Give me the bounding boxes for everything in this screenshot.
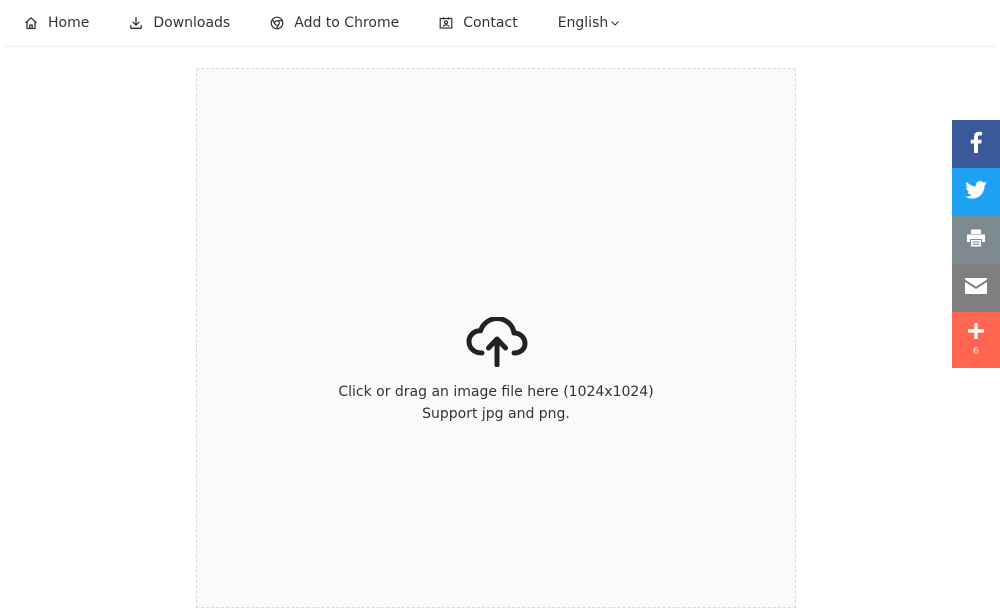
chevron-down-icon [610,18,620,28]
facebook-share-button[interactable] [952,120,1000,168]
twitter-icon [965,181,987,203]
plus-icon [968,323,984,343]
nav-downloads[interactable]: Downloads [109,0,250,47]
printer-icon [966,229,986,251]
upload-instructions: Click or drag an image file here (1024x1… [197,381,795,425]
chrome-icon [270,16,284,30]
nav-contact-label: Contact [463,15,518,31]
nav-contact[interactable]: Contact [419,0,537,47]
social-share-bar: 6 [952,120,1000,368]
download-icon [129,16,143,30]
top-navigation: Home Downloads Add to Chrome Contact Eng… [4,0,996,47]
contact-card-icon [439,16,453,30]
upload-format-note: Support jpg and png. [422,406,570,422]
language-selector[interactable]: English [538,0,641,47]
home-icon [24,16,38,30]
nav-add-to-chrome[interactable]: Add to Chrome [250,0,419,47]
nav-home[interactable]: Home [4,0,109,47]
upload-instruction-line: Click or drag an image file here (1024x1… [338,384,654,400]
nav-add-to-chrome-label: Add to Chrome [294,15,400,31]
share-count: 6 [972,346,980,357]
print-share-button[interactable] [952,216,1000,264]
envelope-icon [964,277,988,299]
nav-downloads-label: Downloads [153,15,231,31]
facebook-icon [969,131,983,157]
email-share-button[interactable] [952,264,1000,312]
twitter-share-button[interactable] [952,168,1000,216]
language-label: English [557,15,609,31]
image-upload-dropzone[interactable]: Click or drag an image file here (1024x1… [196,68,796,608]
cloud-upload-icon [466,316,528,368]
more-share-button[interactable]: 6 [952,312,1000,368]
nav-home-label: Home [48,15,90,31]
